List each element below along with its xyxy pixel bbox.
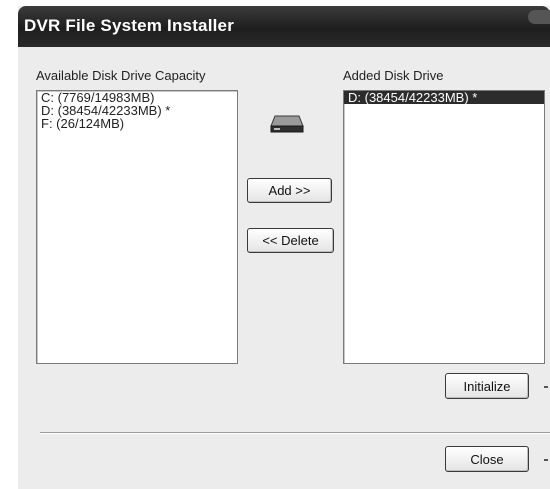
window-title: DVR File System Installer [24, 16, 235, 35]
initialize-button[interactable]: Initialize [445, 373, 529, 399]
title-bar-corner [528, 10, 550, 24]
edge-mark [544, 386, 548, 388]
installer-window: DVR File System Installer Available Disk… [18, 6, 550, 489]
title-bar: DVR File System Installer [18, 6, 550, 47]
delete-drive-button[interactable]: << Delete [247, 228, 334, 253]
available-drives-label: Available Disk Drive Capacity [36, 68, 206, 83]
close-button[interactable]: Close [445, 446, 529, 472]
add-drive-button[interactable]: Add >> [247, 178, 332, 203]
list-item[interactable]: F: (26/124MB) [37, 117, 237, 130]
available-drives-list[interactable]: C: (7769/14983MB) D: (38454/42233MB) * F… [36, 90, 238, 364]
added-drives-label: Added Disk Drive [343, 68, 444, 83]
list-item-selected[interactable]: D: (38454/42233MB) * [344, 91, 544, 104]
separator [40, 432, 550, 434]
edge-mark [544, 459, 548, 461]
hard-drive-icon [270, 115, 304, 133]
added-drives-list[interactable]: D: (38454/42233MB) * [343, 90, 545, 364]
